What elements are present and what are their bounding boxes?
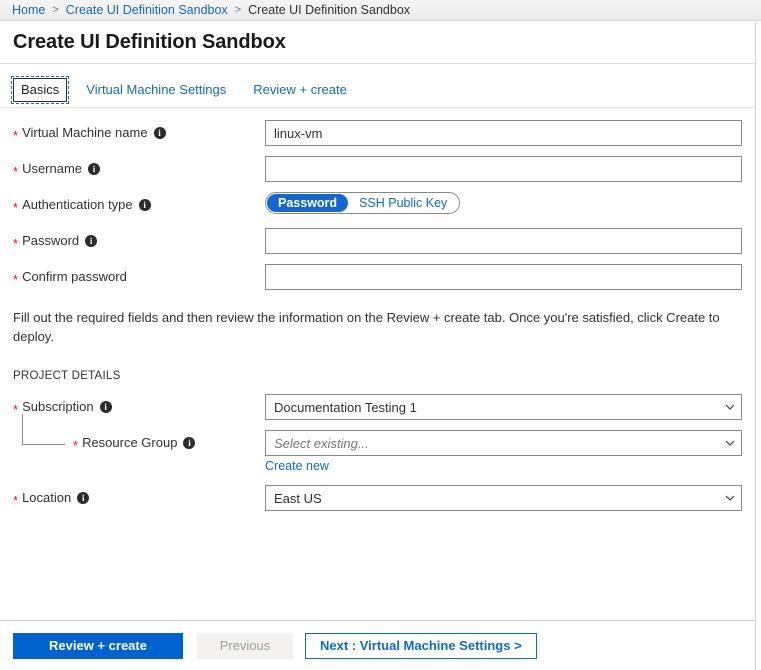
subscription-dropdown[interactable]: Documentation Testing 1 xyxy=(265,394,742,420)
breadcrumb-separator-icon: > xyxy=(52,4,59,16)
tab-basics[interactable]: Basics xyxy=(10,75,70,104)
required-asterisk: * xyxy=(13,401,19,417)
field-subscription-label: * Subscription i xyxy=(13,394,265,420)
blade-panel: Create UI Definition Sandbox Basics Virt… xyxy=(0,22,756,670)
breadcrumb: Home > Create UI Definition Sandbox > Cr… xyxy=(0,0,761,21)
field-resource-group-label-text: Resource Group xyxy=(82,435,178,450)
previous-button: Previous xyxy=(197,632,293,659)
subscription-dropdown-value: Documentation Testing 1 xyxy=(274,399,417,415)
field-vm-name-label-text: Virtual Machine name xyxy=(22,125,148,140)
info-icon[interactable]: i xyxy=(183,437,196,449)
field-resource-group-label: * Resource Group i xyxy=(13,430,265,456)
tab-bar: Basics Virtual Machine Settings Review +… xyxy=(0,72,755,108)
required-asterisk: * xyxy=(13,127,19,143)
section-header-project-details: PROJECT DETAILS xyxy=(13,370,121,382)
field-authentication-type: * Authentication type i Password SSH Pub… xyxy=(13,192,742,222)
field-subscription: * Subscription i Documentation Testing 1 xyxy=(13,394,742,424)
chevron-down-icon xyxy=(725,438,735,448)
breadcrumb-item-current: Create UI Definition Sandbox xyxy=(248,3,411,17)
tab-virtual-machine-settings[interactable]: Virtual Machine Settings xyxy=(78,78,234,102)
field-authentication-type-label: * Authentication type i xyxy=(13,192,265,218)
field-location-label: * Location i xyxy=(13,485,265,511)
info-icon[interactable]: i xyxy=(99,401,112,413)
field-location-label-text: Location xyxy=(22,490,72,505)
auth-option-ssh-public-key[interactable]: SSH Public Key xyxy=(348,194,458,212)
authentication-type-toggle: Password SSH Public Key xyxy=(265,192,461,214)
breadcrumb-separator-icon: > xyxy=(234,4,242,16)
field-subscription-control: Documentation Testing 1 xyxy=(265,394,742,420)
confirm-password-input[interactable] xyxy=(265,264,742,290)
field-username-label-text: Username xyxy=(22,161,83,176)
field-username: * Username i xyxy=(13,156,742,186)
required-asterisk: * xyxy=(13,235,19,251)
info-icon[interactable]: i xyxy=(153,127,166,139)
username-input[interactable] xyxy=(265,156,742,182)
field-password-label-text: Password xyxy=(22,233,80,248)
location-dropdown[interactable]: East US xyxy=(265,485,742,511)
field-vm-name-control xyxy=(265,120,742,146)
field-resource-group-control: Select existing... Create new xyxy=(265,430,742,473)
field-username-control xyxy=(265,156,742,182)
vm-name-input[interactable] xyxy=(265,120,742,146)
required-asterisk: * xyxy=(13,199,19,215)
field-confirm-password-control xyxy=(265,264,742,290)
info-icon[interactable]: i xyxy=(85,235,98,247)
field-password-control xyxy=(265,228,742,254)
field-authentication-type-control: Password SSH Public Key xyxy=(265,192,742,214)
chevron-down-icon xyxy=(725,493,735,503)
field-confirm-password-label: * Confirm password xyxy=(13,264,265,290)
page-title-row: Create UI Definition Sandbox xyxy=(0,22,755,64)
field-location: * Location i East US xyxy=(13,485,742,515)
resource-group-dropdown-value: Select existing... xyxy=(274,435,369,451)
required-asterisk: * xyxy=(13,492,19,508)
info-icon[interactable]: i xyxy=(138,199,151,211)
field-subscription-label-text: Subscription xyxy=(22,399,94,414)
breadcrumb-item-sandbox[interactable]: Create UI Definition Sandbox xyxy=(66,3,228,17)
field-confirm-password: * Confirm password xyxy=(13,264,742,294)
tab-review-create[interactable]: Review + create xyxy=(245,78,355,102)
field-confirm-password-label-text: Confirm password xyxy=(22,269,127,284)
info-icon[interactable]: i xyxy=(77,492,90,504)
review-create-button[interactable]: Review + create xyxy=(13,632,183,659)
next-button[interactable]: Next : Virtual Machine Settings > xyxy=(305,632,537,659)
footer-action-bar: Review + create Previous Next : Virtual … xyxy=(0,620,755,670)
breadcrumb-item-home[interactable]: Home xyxy=(12,3,45,17)
auth-option-password[interactable]: Password xyxy=(267,194,349,212)
location-dropdown-value: East US xyxy=(274,490,322,506)
field-password-label: * Password i xyxy=(13,228,265,254)
required-asterisk: * xyxy=(13,163,19,179)
password-input[interactable] xyxy=(265,228,742,254)
create-new-resource-group-link[interactable]: Create new xyxy=(265,459,329,473)
page-title: Create UI Definition Sandbox xyxy=(13,31,286,53)
form-description: Fill out the required fields and then re… xyxy=(13,310,720,344)
field-password: * Password i xyxy=(13,228,742,258)
field-username-label: * Username i xyxy=(13,156,265,182)
field-vm-name: * Virtual Machine name i xyxy=(13,120,742,150)
form-area: * Virtual Machine name i * Username i * xyxy=(0,108,755,620)
field-location-control: East US xyxy=(265,485,742,511)
chevron-down-icon xyxy=(725,402,735,412)
resource-group-dropdown[interactable]: Select existing... xyxy=(265,430,742,456)
field-vm-name-label: * Virtual Machine name i xyxy=(13,120,265,146)
field-authentication-type-label-text: Authentication type xyxy=(22,197,133,212)
required-asterisk: * xyxy=(73,437,79,453)
required-asterisk: * xyxy=(13,271,19,287)
field-resource-group: * Resource Group i Select existing... Cr… xyxy=(13,414,742,473)
info-icon[interactable]: i xyxy=(88,163,101,175)
